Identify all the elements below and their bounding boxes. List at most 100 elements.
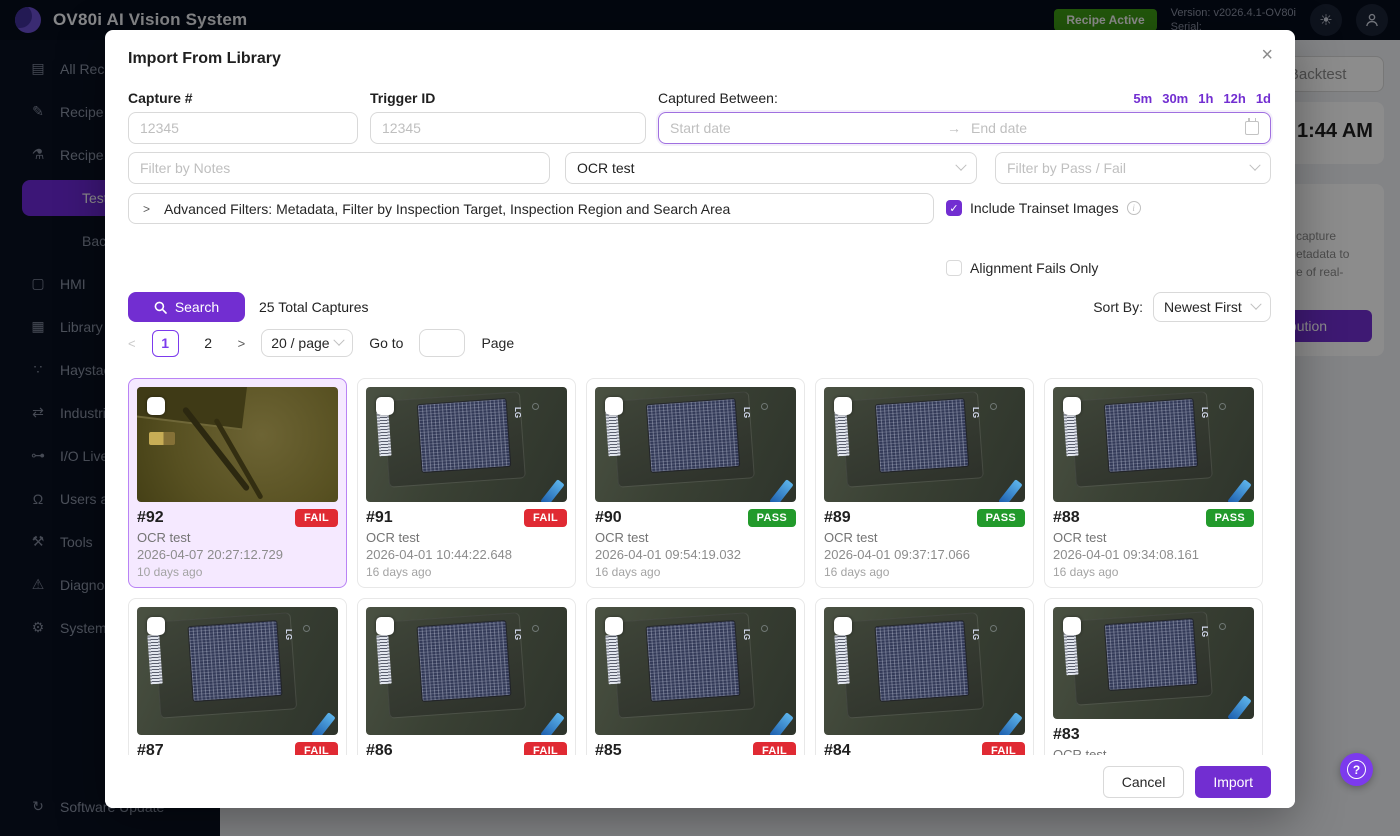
pen-art bbox=[311, 712, 335, 735]
capture-timestamp: 2026-04-07 20:27:12.729 bbox=[137, 547, 338, 562]
chevron-down-icon bbox=[334, 335, 345, 346]
import-from-library-modal: Import From Library × Capture # Trigger … bbox=[105, 30, 1295, 808]
include-trainset-checkbox-row[interactable]: ✓ Include Trainset Images i bbox=[946, 200, 1141, 216]
thumbnail-checkbox[interactable] bbox=[376, 617, 394, 635]
capture-card[interactable]: LG #86 FAIL bbox=[357, 598, 576, 769]
thumbnail-checkbox[interactable] bbox=[1063, 397, 1081, 415]
page-1-button[interactable]: 1 bbox=[152, 330, 179, 357]
alignment-fails-label: Alignment Fails Only bbox=[970, 260, 1098, 276]
sort-select-value: Newest First bbox=[1164, 299, 1242, 315]
search-button[interactable]: Search bbox=[128, 292, 245, 322]
label-art bbox=[1105, 619, 1198, 690]
pen-art bbox=[998, 479, 1022, 502]
cancel-button[interactable]: Cancel bbox=[1103, 766, 1185, 798]
next-page-button[interactable]: > bbox=[238, 336, 246, 351]
capture-thumbnail[interactable]: LG bbox=[595, 607, 796, 735]
passfail-select[interactable]: Filter by Pass / Fail bbox=[995, 152, 1271, 184]
recipe-select-value: OCR test bbox=[577, 160, 635, 176]
pagination: < 1 2 > 20 / page Go to Page bbox=[128, 329, 514, 357]
notes-filter-input[interactable] bbox=[140, 160, 538, 176]
capture-card[interactable]: LG #90 PASS OCR test 2026-04-01 09:54:19… bbox=[586, 378, 805, 588]
capture-thumbnail[interactable]: LG bbox=[137, 387, 338, 502]
quick-range-link[interactable]: 5m bbox=[1133, 91, 1152, 106]
capture-card[interactable]: LG #91 FAIL OCR test 2026-04-01 10:44:22… bbox=[357, 378, 576, 588]
capture-thumbnail[interactable]: LG bbox=[1053, 387, 1254, 502]
prev-page-button[interactable]: < bbox=[128, 336, 136, 351]
advanced-filters-toggle[interactable]: > Advanced Filters: Metadata, Filter by … bbox=[128, 193, 934, 224]
checkbox-unchecked-icon[interactable] bbox=[946, 260, 962, 276]
info-icon[interactable]: i bbox=[1127, 201, 1141, 215]
capture-number-input[interactable] bbox=[140, 120, 346, 136]
help-button[interactable]: ? bbox=[1340, 753, 1373, 786]
sort-select[interactable]: Newest First bbox=[1153, 292, 1271, 322]
page-label: Page bbox=[481, 335, 514, 351]
thumbnail-checkbox[interactable] bbox=[834, 617, 852, 635]
capture-recipe: OCR test bbox=[366, 530, 567, 545]
capture-card[interactable]: LG #85 FAIL bbox=[586, 598, 805, 769]
capture-relative-time: 16 days ago bbox=[366, 565, 567, 579]
pen-art bbox=[540, 479, 564, 502]
page-size-select[interactable]: 20 / page bbox=[261, 329, 353, 357]
close-icon[interactable]: × bbox=[1261, 44, 1273, 67]
capture-number-label: Capture # bbox=[128, 90, 193, 106]
goto-page-input[interactable] bbox=[419, 329, 465, 357]
label-art bbox=[418, 621, 511, 701]
captured-between-label: Captured Between: bbox=[658, 90, 778, 106]
screw-art bbox=[990, 625, 997, 632]
capture-thumbnail[interactable]: LG bbox=[366, 607, 567, 735]
capture-thumbnail[interactable]: LG bbox=[1053, 607, 1254, 719]
capture-thumbnail[interactable]: LG bbox=[824, 607, 1025, 735]
goto-label: Go to bbox=[369, 335, 403, 351]
alignment-fails-checkbox-row[interactable]: Alignment Fails Only bbox=[946, 260, 1098, 276]
notes-filter-field[interactable] bbox=[128, 152, 550, 184]
trigger-id-input[interactable] bbox=[382, 120, 634, 136]
import-button[interactable]: Import bbox=[1195, 766, 1271, 798]
quick-range-link[interactable]: 12h bbox=[1223, 91, 1245, 106]
capture-thumbnail[interactable]: LG bbox=[137, 607, 338, 735]
quick-range-link[interactable]: 1d bbox=[1256, 91, 1271, 106]
date-range-picker[interactable]: Start date → End date bbox=[658, 112, 1271, 144]
start-date-placeholder[interactable]: Start date bbox=[670, 120, 731, 136]
trigger-id-field[interactable] bbox=[370, 112, 646, 144]
capture-id: #92 bbox=[137, 509, 164, 527]
lg-logo-art: LG bbox=[742, 407, 751, 418]
thumbnail-checkbox[interactable] bbox=[1063, 617, 1081, 635]
capture-card[interactable]: LG #92 FAIL OCR test 2026-04-07 20:27:12… bbox=[128, 378, 347, 588]
thumbnail-checkbox[interactable] bbox=[834, 397, 852, 415]
capture-card[interactable]: LG #88 PASS OCR test 2026-04-01 09:34:08… bbox=[1044, 378, 1263, 588]
screw-art bbox=[990, 403, 997, 410]
thumbnail-checkbox[interactable] bbox=[147, 617, 165, 635]
status-badge: PASS bbox=[977, 509, 1025, 527]
label-art bbox=[876, 399, 969, 472]
screw-art bbox=[532, 403, 539, 410]
connector-art bbox=[149, 432, 175, 445]
capture-card[interactable]: LG #84 FAIL bbox=[815, 598, 1034, 769]
capture-thumbnail[interactable]: LG bbox=[366, 387, 567, 502]
quick-range-link[interactable]: 1h bbox=[1198, 91, 1213, 106]
capture-recipe: OCR test bbox=[824, 530, 1025, 545]
thumbnail-checkbox[interactable] bbox=[376, 397, 394, 415]
label-art bbox=[876, 621, 969, 701]
thumbnail-checkbox[interactable] bbox=[605, 617, 623, 635]
page-2-button[interactable]: 2 bbox=[195, 330, 222, 357]
capture-card[interactable]: LG #83 OCR test bbox=[1044, 598, 1263, 771]
capture-id: #90 bbox=[595, 509, 622, 527]
quick-range-link[interactable]: 30m bbox=[1162, 91, 1188, 106]
capture-number-field[interactable] bbox=[128, 112, 358, 144]
lg-logo-art: LG bbox=[513, 629, 522, 640]
question-mark-icon: ? bbox=[1347, 760, 1366, 779]
end-date-placeholder[interactable]: End date bbox=[971, 120, 1027, 136]
recipe-select[interactable]: OCR test bbox=[565, 152, 977, 184]
app-root: OV80i AI Vision System Recipe Active Ver… bbox=[0, 0, 1400, 836]
label-art bbox=[189, 621, 282, 701]
thumbnail-checkbox[interactable] bbox=[605, 397, 623, 415]
capture-timestamp: 2026-04-01 09:37:17.066 bbox=[824, 547, 1025, 562]
thumbnail-checkbox[interactable] bbox=[147, 397, 165, 415]
screw-art bbox=[1219, 403, 1226, 410]
capture-thumbnail[interactable]: LG bbox=[824, 387, 1025, 502]
capture-card[interactable]: LG #87 FAIL bbox=[128, 598, 347, 769]
status-badge: FAIL bbox=[295, 509, 338, 527]
capture-card[interactable]: LG #89 PASS OCR test 2026-04-01 09:37:17… bbox=[815, 378, 1034, 588]
checkbox-checked-icon[interactable]: ✓ bbox=[946, 200, 962, 216]
capture-thumbnail[interactable]: LG bbox=[595, 387, 796, 502]
